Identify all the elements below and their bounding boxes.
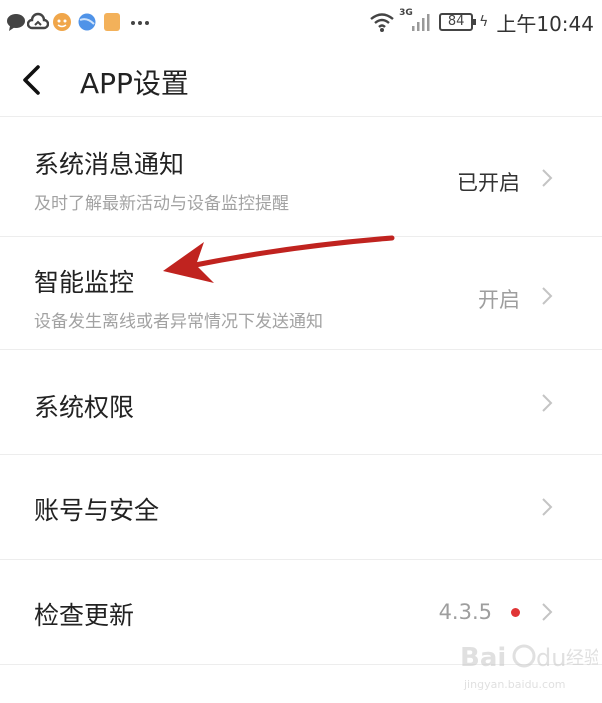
baidu-jingyan-watermark: Bai du 经验 jingyan.baidu.com [460, 643, 598, 691]
paw-icon [512, 644, 536, 668]
svg-text:du: du [536, 644, 566, 672]
watermark-logo-text: Bai [460, 643, 506, 673]
svg-text:经验: 经验 [566, 648, 598, 669]
annotation-arrow [163, 235, 395, 283]
watermark-url: jingyan.baidu.com [463, 678, 566, 691]
